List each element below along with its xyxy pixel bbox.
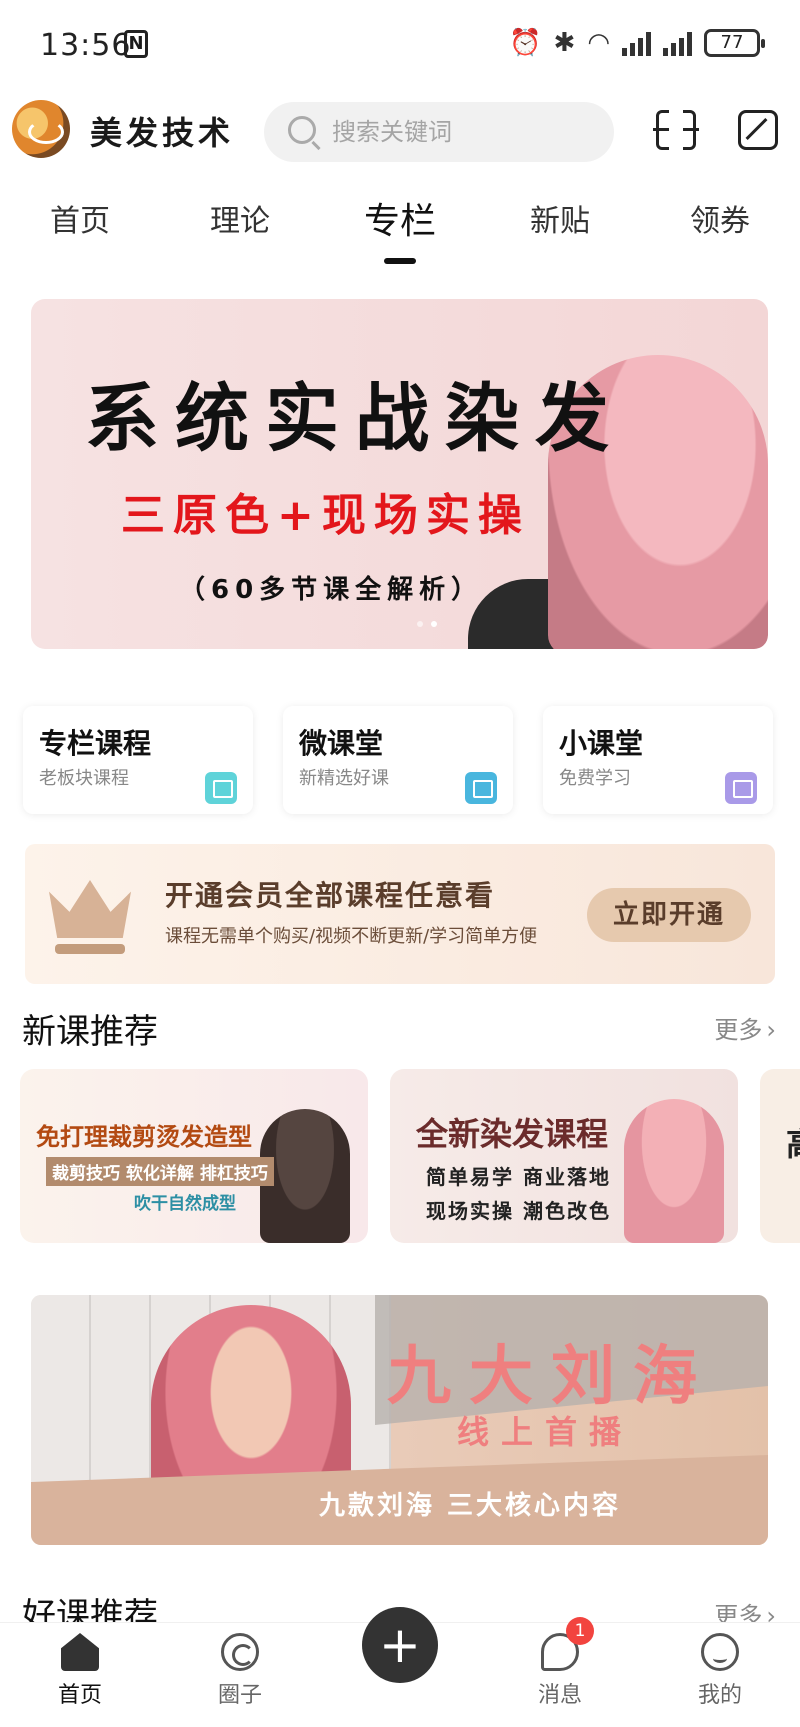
circle-icon	[221, 1633, 259, 1671]
signal-icon-2	[663, 30, 692, 56]
search-icon	[288, 116, 316, 144]
search-bar[interactable]	[264, 102, 614, 162]
banner-subtitle: 三原色+现场实操	[121, 490, 530, 541]
status-bar: 13:56 N ⏰ ✱ ◠ 77	[0, 0, 800, 92]
vip-subtitle: 课程无需单个购买/视频不断更新/学习简单方便	[165, 926, 538, 947]
nav-label: 首页	[57, 1683, 102, 1708]
book-icon	[725, 772, 757, 804]
course-headline: 高	[786, 1119, 800, 1165]
battery-icon: 77	[704, 29, 765, 57]
app-logo	[12, 100, 70, 158]
category-card-mini-class[interactable]: 小课堂 免费学习	[543, 706, 773, 814]
promo-title: 九大刘海	[387, 1340, 715, 1414]
course-line: 简单易学 商业落地	[426, 1165, 611, 1189]
tab-column[interactable]: 专栏	[340, 192, 460, 264]
banner-note: （60多节课全解析）	[179, 575, 484, 605]
crown-icon	[45, 874, 135, 954]
carousel-dots	[417, 621, 437, 627]
section-title-new-courses: 新课推荐	[22, 1012, 158, 1052]
edit-note-icon	[465, 772, 497, 804]
tab-new-posts[interactable]: 新贴	[500, 196, 620, 240]
category-card-column-courses[interactable]: 专栏课程 老板块课程	[23, 706, 253, 814]
category-title: 小课堂	[559, 727, 644, 760]
vip-promo-card[interactable]: 开通会员全部课程任意看 课程无需单个购买/视频不断更新/学习简单方便 立即开通	[25, 844, 775, 984]
wifi-icon: ◠	[587, 28, 610, 58]
nav-label: 我的	[697, 1683, 742, 1708]
status-icons: ⏰ ✱ ◠ 77	[509, 28, 765, 58]
promo-banner[interactable]: 九大刘海 线上首播 九款刘海 三大核心内容	[31, 1295, 768, 1545]
course-line: 现场实操 潮色改色	[426, 1199, 611, 1223]
bluetooth-icon: ✱	[553, 28, 576, 58]
alarm-icon: ⏰	[509, 28, 542, 58]
compose-icon[interactable]	[738, 110, 778, 150]
nfc-icon: N	[124, 30, 148, 58]
scan-icon[interactable]	[653, 107, 699, 153]
home-icon	[61, 1633, 99, 1671]
promo-subtitle: 线上首播	[457, 1413, 634, 1451]
course-headline: 全新染发课程	[416, 1115, 609, 1153]
active-tab-indicator	[384, 258, 416, 264]
nav-label: 圈子	[217, 1683, 262, 1708]
tab-theory[interactable]: 理论	[180, 196, 300, 240]
course-tags: 裁剪技巧 软化详解 排杠技巧	[46, 1157, 274, 1186]
category-title: 微课堂	[299, 727, 384, 760]
category-card-micro-class[interactable]: 微课堂 新精选好课	[283, 706, 513, 814]
message-badge: 1	[566, 1617, 594, 1645]
course-note: 吹干自然成型	[134, 1194, 236, 1214]
app-header: 美发技术	[0, 96, 800, 166]
category-subtitle: 新精选好课	[299, 768, 389, 789]
profile-icon	[701, 1633, 739, 1671]
vip-title: 开通会员全部课程任意看	[165, 879, 496, 912]
tab-home[interactable]: 首页	[20, 196, 140, 240]
more-link-new-courses[interactable]: 更多	[714, 1010, 776, 1045]
video-icon	[205, 772, 237, 804]
course-card[interactable]: 免打理裁剪烫发造型 裁剪技巧 软化详解 排杠技巧 吹干自然成型	[20, 1069, 368, 1243]
bottom-nav: 首页 圈子 + 消息 1 我的	[0, 1607, 800, 1727]
course-card[interactable]: 全新染发课程 简单易学 商业落地 现场实操 潮色改色	[390, 1069, 738, 1243]
create-post-button[interactable]: +	[362, 1607, 438, 1683]
course-thumbnail-model	[624, 1099, 724, 1243]
tab-coupons[interactable]: 领券	[660, 196, 780, 240]
nav-home[interactable]: 首页	[30, 1633, 130, 1709]
search-input[interactable]	[332, 114, 592, 150]
signal-icon	[622, 30, 651, 56]
nav-messages[interactable]: 消息	[510, 1633, 610, 1709]
course-card[interactable]: 高	[760, 1069, 800, 1243]
banner-title: 系统实战染发	[85, 376, 625, 462]
category-subtitle: 免费学习	[559, 768, 631, 789]
nav-label: 消息	[537, 1683, 582, 1708]
promo-note: 九款刘海 三大核心内容	[319, 1491, 622, 1521]
category-subtitle: 老板块课程	[39, 768, 129, 789]
top-tabs: 首页 理论 专栏 新贴 领券	[0, 196, 800, 266]
category-title: 专栏课程	[39, 727, 152, 760]
app-name: 美发技术	[90, 114, 235, 152]
nav-me[interactable]: 我的	[670, 1633, 770, 1709]
nav-circle[interactable]: 圈子	[190, 1633, 290, 1709]
hero-banner[interactable]: 系统实战染发 三原色+现场实操 （60多节课全解析）	[31, 299, 768, 649]
activate-vip-button[interactable]: 立即开通	[587, 888, 751, 942]
course-headline: 免打理裁剪烫发造型	[36, 1123, 252, 1151]
clock: 13:56	[40, 28, 132, 63]
